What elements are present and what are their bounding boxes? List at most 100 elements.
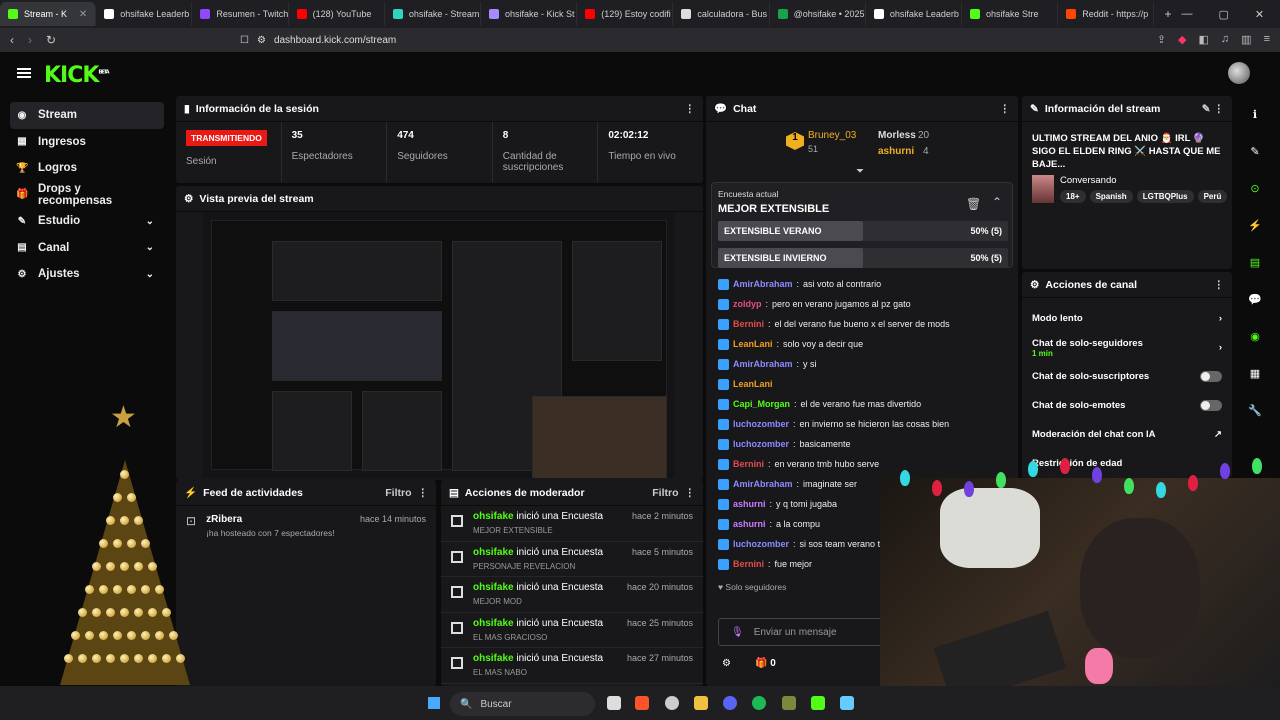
channel-action-item[interactable]: Chat de solo-seguidores 1 min ›: [1022, 333, 1232, 362]
sidebar-item-stream[interactable]: ◉ Stream: [10, 102, 164, 129]
minimize-icon[interactable]: —: [1181, 8, 1192, 21]
info-icon[interactable]: ℹ: [1240, 96, 1270, 133]
channel-action-item[interactable]: Modo lento ›: [1022, 304, 1232, 333]
url-field[interactable]: ☐ ⚙ dashboard.kick.com/stream: [240, 31, 960, 49]
toggle-switch[interactable]: [1200, 371, 1222, 382]
bookmark-icon[interactable]: ☐: [240, 35, 249, 46]
discord-icon[interactable]: [723, 696, 737, 710]
task-view-icon[interactable]: [607, 696, 621, 710]
chat-username[interactable]: Capi_Morgan: [733, 399, 790, 409]
browser-tab[interactable]: (129) Estoy codifi: [577, 2, 674, 26]
leader-name[interactable]: ashurni: [878, 146, 914, 157]
notepad-icon[interactable]: [840, 696, 854, 710]
browser-tab[interactable]: ohsifake Stre: [962, 2, 1059, 26]
stream-category[interactable]: Conversando: [1060, 175, 1227, 186]
kick-logo[interactable]: KICKBETA: [44, 63, 110, 88]
chat-username[interactable]: zoldyp: [733, 299, 762, 309]
mod-user[interactable]: ohsifake: [473, 511, 514, 522]
stream-preview[interactable]: [203, 212, 675, 478]
sidebar-item-canal[interactable]: ▤ Canal ⌄: [0, 235, 170, 262]
sidebar-item-drops[interactable]: 🎁 Drops y recompensas: [0, 182, 170, 209]
folder-icon[interactable]: [694, 696, 708, 710]
app-icon[interactable]: [665, 696, 679, 710]
feed-filter-button[interactable]: Filtro: [385, 487, 411, 499]
chat-username[interactable]: AmirAbraham: [733, 479, 793, 489]
new-tab-icon[interactable]: +: [1154, 7, 1181, 21]
more-options-icon[interactable]: ⋮: [1000, 103, 1011, 115]
more-options-icon[interactable]: ⋮: [685, 487, 696, 499]
music-icon[interactable]: ♫: [1221, 33, 1229, 46]
more-options-icon[interactable]: ⋮: [685, 103, 696, 115]
chat-username[interactable]: Bernini: [733, 559, 764, 569]
pencil-icon[interactable]: ✎: [1240, 133, 1270, 170]
browser-tab[interactable]: ohsifake Leaderb: [96, 2, 193, 26]
mod-user[interactable]: ohsifake: [473, 653, 514, 664]
stream-tag[interactable]: Perú: [1197, 190, 1228, 203]
chat-username[interactable]: LeanLani: [733, 379, 773, 389]
channel-action-item[interactable]: Chat de solo-suscriptores: [1022, 362, 1232, 391]
back-icon[interactable]: ‹: [10, 33, 14, 47]
sidebar-item-estudio[interactable]: ✎ Estudio ⌄: [0, 208, 170, 235]
browser-tab[interactable]: Resumen - Twitch: [192, 2, 289, 26]
mod-filter-button[interactable]: Filtro: [652, 487, 678, 499]
close-tab-icon[interactable]: ✕: [79, 9, 87, 20]
browser-tab[interactable]: ohsifake - Kick St: [481, 2, 578, 26]
chat-username[interactable]: Bernini: [733, 459, 764, 469]
site-info-icon[interactable]: ⚙: [257, 35, 266, 46]
browser-tab[interactable]: (128) YouTube: [289, 2, 385, 26]
chat-username[interactable]: AmirAbraham: [733, 359, 793, 369]
poll-option[interactable]: EXTENSIBLE VERANO 50% (5): [718, 221, 1008, 241]
taskbar-search[interactable]: 🔍 Buscar: [450, 692, 595, 716]
share-icon[interactable]: ⇪: [1157, 33, 1166, 46]
edit-icon[interactable]: ✎ ⋮: [1202, 103, 1224, 115]
feed-user[interactable]: zRibera: [206, 514, 335, 525]
app-icon[interactable]: [782, 696, 796, 710]
chat-username[interactable]: AmirAbraham: [733, 279, 793, 289]
chat-username[interactable]: Bernini: [733, 319, 764, 329]
stream-tag[interactable]: Spanish: [1089, 190, 1133, 203]
sidebar-item-ingresos[interactable]: ▦ Ingresos: [0, 129, 170, 156]
flash-icon[interactable]: ⚡: [1240, 207, 1270, 244]
chat-username[interactable]: luchozomber: [733, 439, 789, 449]
channel-action-item[interactable]: Moderación del chat con IA ↗: [1022, 420, 1232, 449]
channel-action-item[interactable]: Chat de solo-emotes: [1022, 391, 1232, 420]
document-icon[interactable]: ▤: [1240, 244, 1270, 281]
chat-username[interactable]: luchozomber: [733, 539, 789, 549]
forward-icon[interactable]: ›: [28, 33, 32, 47]
collapse-arrow-icon[interactable]: ⏷: [856, 166, 864, 177]
url-text[interactable]: dashboard.kick.com/stream: [274, 35, 396, 46]
emote-icon[interactable]: ⚙: [722, 658, 731, 669]
layout-icon[interactable]: ▦: [1240, 355, 1270, 392]
mod-user[interactable]: ohsifake: [473, 618, 514, 629]
extension-icon[interactable]: ◧: [1199, 33, 1209, 46]
stream-tag[interactable]: LGTBQPlus: [1136, 190, 1194, 203]
sidebar-icon[interactable]: ▥: [1241, 33, 1251, 46]
camera-icon[interactable]: ⊙: [1240, 170, 1270, 207]
more-options-icon[interactable]: ⋮: [1214, 279, 1225, 291]
chat-icon[interactable]: 💬: [1240, 281, 1270, 318]
window-controls[interactable]: — ▢ ✕: [1181, 8, 1280, 21]
menu-icon[interactable]: ≡: [1264, 33, 1270, 46]
hamburger-menu-icon[interactable]: [17, 68, 31, 78]
sidebar-item-logros[interactable]: 🏆 Logros: [0, 155, 170, 182]
category-thumbnail[interactable]: [1032, 175, 1054, 203]
mic-icon[interactable]: 🎙: [731, 627, 744, 638]
kick-icon[interactable]: [811, 696, 825, 710]
chat-username[interactable]: ashurni: [733, 499, 766, 509]
stream-tag[interactable]: 18+: [1060, 190, 1086, 203]
more-options-icon[interactable]: ⋮: [418, 487, 429, 499]
browser-tab[interactable]: ohsifake Leaderb: [866, 2, 963, 26]
leader-name[interactable]: Morless: [878, 130, 916, 141]
brave-icon[interactable]: [635, 696, 649, 710]
wrench-icon[interactable]: 🔧: [1240, 392, 1270, 429]
leader-name[interactable]: Bruney_03: [808, 130, 856, 141]
chat-input-placeholder[interactable]: Enviar un mensaje: [754, 627, 837, 638]
points-display[interactable]: 🎁 0: [755, 658, 776, 669]
chat-username[interactable]: luchozomber: [733, 419, 789, 429]
brave-shield-icon[interactable]: ◆: [1178, 33, 1186, 46]
browser-tab[interactable]: calculadora - Bus: [673, 2, 770, 26]
spotify-icon[interactable]: [752, 696, 766, 710]
browser-tab[interactable]: Stream - K ✕: [0, 2, 97, 26]
sidebar-item-ajustes[interactable]: ⚙ Ajustes ⌄: [0, 261, 170, 288]
browser-tab[interactable]: ohsifake - Stream: [385, 2, 482, 26]
